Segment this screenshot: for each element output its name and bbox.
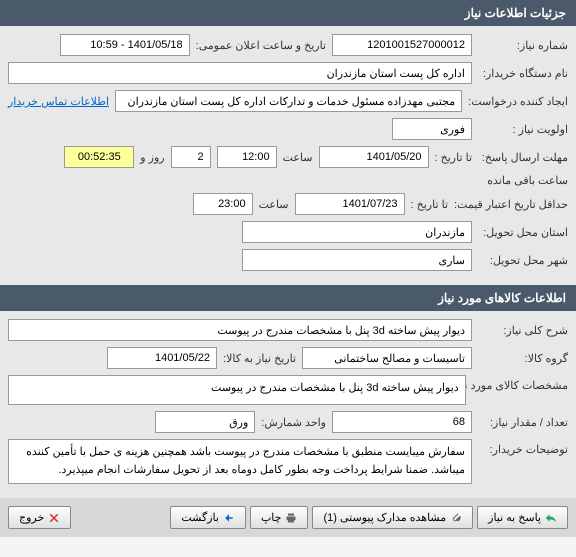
priority-value: فوری: [392, 118, 472, 140]
time-label-2: ساعت: [259, 198, 289, 211]
group-value: تاسیسات و مصالح ساختمانی: [302, 347, 472, 369]
section-header-goods-info: اطلاعات کالاهای مورد نیاز: [0, 285, 576, 311]
desc-value: دیوار پیش ساخته 3d پنل با مشخصات مندرج د…: [8, 319, 472, 341]
unit-value: ورق: [155, 411, 255, 433]
attachments-button-label: مشاهده مدارک پیوستی (1): [323, 511, 446, 524]
city-label: شهر محل تحویل:: [478, 254, 568, 267]
group-label: گروه کالا:: [478, 352, 568, 365]
deadline-time-value: 12:00: [217, 146, 277, 168]
print-icon: [285, 512, 297, 524]
exit-button-label: خروج: [19, 511, 44, 524]
need-number-value: 1201001527000012: [332, 34, 472, 56]
remaining-label: ساعت باقی مانده: [487, 174, 568, 187]
buyer-label: نام دستگاه خریدار:: [478, 67, 568, 80]
validity-time-value: 23:00: [193, 193, 253, 215]
requester-value: مجتبی مهدزاده مسئول خدمات و تدارکات ادار…: [115, 90, 462, 112]
desc-label: شرح کلی نیاز:: [478, 324, 568, 337]
province-value: مازندران: [242, 221, 472, 243]
qty-label: تعداد / مقدار نیاز:: [478, 416, 568, 429]
form-section-goods: شرح کلی نیاز: دیوار پیش ساخته 3d پنل با …: [0, 311, 576, 498]
spec-value: دیوار پیش ساخته 3d پنل با مشخصات مندرج د…: [8, 375, 466, 405]
public-date-value: 1401/05/18 - 10:59: [60, 34, 190, 56]
requester-label: ایجاد کننده درخواست:: [468, 95, 568, 108]
section-header-need-info: جزئیات اطلاعات نیاز: [0, 0, 576, 26]
days-label: روز و: [140, 151, 164, 164]
priority-label: اولویت نیاز :: [478, 123, 568, 136]
public-date-label: تاریخ و ساعت اعلان عمومی:: [196, 39, 326, 52]
to-date-label-1: تا تاریخ :: [435, 151, 472, 164]
attachments-button[interactable]: مشاهده مدارک پیوستی (1): [312, 506, 473, 529]
button-bar: پاسخ به نیاز مشاهده مدارک پیوستی (1) چاپ…: [0, 498, 576, 537]
back-button-label: بازگشت: [181, 511, 219, 524]
back-button[interactable]: بازگشت: [170, 506, 246, 529]
spec-label: مشخصات کالای مورد نیاز:: [472, 375, 568, 392]
buyer-value: اداره کل پست استان مازندران: [8, 62, 472, 84]
validity-date-value: 1401/07/23: [295, 193, 405, 215]
contact-buyer-link[interactable]: اطلاعات تماس خریدار: [8, 95, 109, 108]
deadline-label: مهلت ارسال پاسخ:: [478, 151, 568, 164]
exit-button[interactable]: خروج: [8, 506, 71, 529]
respond-button[interactable]: پاسخ به نیاز: [477, 506, 568, 529]
attachment-icon: [450, 512, 462, 524]
deadline-date-value: 1401/05/20: [319, 146, 429, 168]
exit-icon: [48, 512, 60, 524]
reply-icon: [545, 512, 557, 524]
to-date-label-2: تا تاریخ :: [411, 198, 448, 211]
validity-label: حداقل تاریخ اعتبار قیمت:: [454, 198, 568, 211]
form-section-need: شماره نیاز: 1201001527000012 تاریخ و ساع…: [0, 26, 576, 285]
qty-value: 68: [332, 411, 472, 433]
print-button[interactable]: چاپ: [250, 506, 309, 529]
remaining-time-value: 00:52:35: [64, 146, 134, 168]
need-by-value: 1401/05/22: [107, 347, 217, 369]
unit-label: واحد شمارش:: [261, 416, 326, 429]
province-label: استان محل تحویل:: [478, 226, 568, 239]
time-label-1: ساعت: [283, 151, 313, 164]
days-count-value: 2: [171, 146, 211, 168]
city-value: ساری: [242, 249, 472, 271]
need-number-label: شماره نیاز:: [478, 39, 568, 52]
need-by-label: تاریخ نیاز به کالا:: [223, 352, 296, 365]
notes-label: توضیحات خریدار:: [478, 439, 568, 456]
back-icon: [223, 512, 235, 524]
respond-button-label: پاسخ به نیاز: [488, 511, 541, 524]
print-button-label: چاپ: [261, 511, 282, 524]
notes-value: سفارش میبایست منطبق با مشخصات مندرج در پ…: [8, 439, 472, 484]
